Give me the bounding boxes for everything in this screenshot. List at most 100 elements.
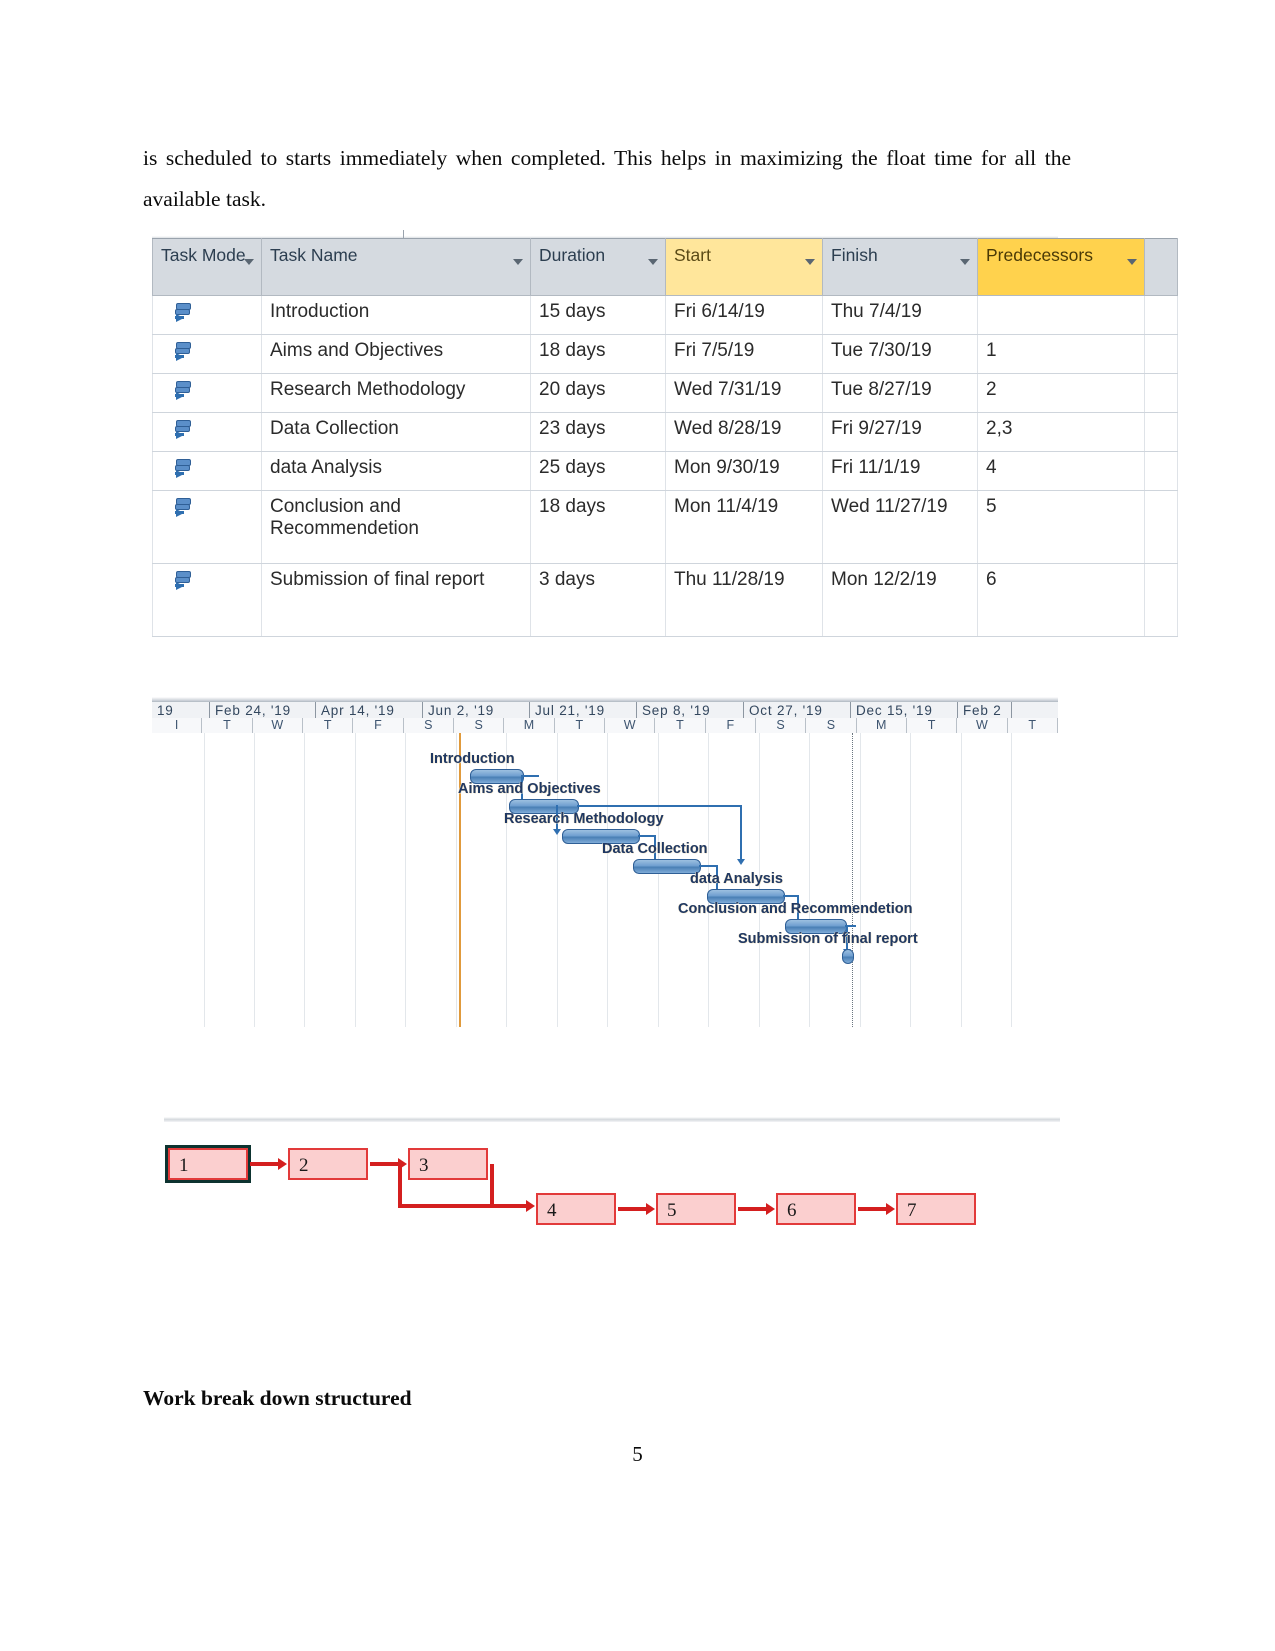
- column-header-task-mode-label: Task Mode: [161, 245, 246, 265]
- cell-overflow: [1144, 334, 1178, 374]
- cell-task-name[interactable]: data Analysis: [261, 451, 531, 491]
- cell-task-name[interactable]: Research Methodology: [261, 373, 531, 413]
- network-node-2[interactable]: 2: [288, 1148, 368, 1180]
- network-node-5[interactable]: 5: [656, 1193, 736, 1225]
- cell-duration[interactable]: 15 days: [530, 295, 666, 335]
- network-node-1[interactable]: 1: [168, 1148, 248, 1180]
- cell-duration[interactable]: 18 days: [530, 334, 666, 374]
- status-date-line: [852, 733, 853, 1027]
- cell-predecessors[interactable]: 2: [977, 373, 1145, 413]
- cell-finish[interactable]: Wed 11/27/19: [822, 490, 978, 564]
- cell-task-mode[interactable]: [152, 373, 262, 413]
- cell-start[interactable]: Fri 7/5/19: [665, 334, 823, 374]
- cell-predecessors[interactable]: 5: [977, 490, 1145, 564]
- column-header-duration-label: Duration: [539, 245, 606, 265]
- timeline-minor-cell: M: [857, 718, 907, 733]
- cell-finish[interactable]: Thu 7/4/19: [822, 295, 978, 335]
- timeline-major-cell: Sep 8, '19: [637, 702, 744, 719]
- cell-duration[interactable]: 3 days: [530, 563, 666, 637]
- column-header-start[interactable]: Start: [665, 238, 823, 296]
- cell-task-mode[interactable]: [152, 451, 262, 491]
- cell-predecessors[interactable]: 6: [977, 563, 1145, 637]
- cell-task-mode[interactable]: [152, 563, 262, 637]
- cell-predecessors[interactable]: [977, 295, 1145, 335]
- chevron-down-icon[interactable]: [960, 259, 970, 265]
- cell-task-mode[interactable]: [152, 412, 262, 452]
- cell-predecessors[interactable]: 1: [977, 334, 1145, 374]
- cell-task-name[interactable]: Submission of final report: [261, 563, 531, 637]
- gantt-bar[interactable]: [842, 949, 854, 964]
- gantt-timeline-minor: I T W T F S S M T W T F S S M T W T: [152, 718, 1058, 734]
- cell-duration[interactable]: 23 days: [530, 412, 666, 452]
- auto-schedule-icon: [175, 498, 193, 518]
- cell-task-name[interactable]: Aims and Objectives: [261, 334, 531, 374]
- column-header-predecessors[interactable]: Predecessors: [977, 238, 1145, 296]
- timeline-minor-cell: S: [806, 718, 857, 733]
- table-row[interactable]: Aims and Objectives 18 days Fri 7/5/19 T…: [152, 334, 1178, 374]
- chevron-down-icon[interactable]: [805, 259, 815, 265]
- cell-task-mode[interactable]: [152, 490, 262, 564]
- network-node-4[interactable]: 4: [536, 1193, 616, 1225]
- timeline-minor-cell: T: [655, 718, 706, 733]
- timeline-minor-cell: F: [353, 718, 404, 733]
- cell-overflow: [1144, 490, 1178, 564]
- cell-overflow: [1144, 563, 1178, 637]
- cell-task-mode[interactable]: [152, 295, 262, 335]
- gantt-bar-label: Data Collection: [602, 841, 708, 857]
- cell-finish[interactable]: Mon 12/2/19: [822, 563, 978, 637]
- cell-start[interactable]: Wed 8/28/19: [665, 412, 823, 452]
- table-row[interactable]: Data Collection 23 days Wed 8/28/19 Fri …: [152, 412, 1178, 452]
- network-node-7[interactable]: 7: [896, 1193, 976, 1225]
- cell-start[interactable]: Wed 7/31/19: [665, 373, 823, 413]
- cell-start[interactable]: Fri 6/14/19: [665, 295, 823, 335]
- cell-duration[interactable]: 25 days: [530, 451, 666, 491]
- table-row[interactable]: Submission of final report 3 days Thu 11…: [152, 563, 1178, 637]
- column-header-task-name[interactable]: Task Name: [261, 238, 531, 296]
- timeline-minor-cell: M: [504, 718, 555, 733]
- timeline-minor-cell: T: [303, 718, 354, 733]
- timeline-minor-cell: W: [957, 718, 1008, 733]
- gantt-bar-label: Conclusion and Recommendetion: [678, 901, 913, 917]
- cell-finish[interactable]: Tue 7/30/19: [822, 334, 978, 374]
- table-row[interactable]: Research Methodology 20 days Wed 7/31/19…: [152, 373, 1178, 413]
- auto-schedule-icon: [175, 381, 193, 401]
- cell-start[interactable]: Mon 11/4/19: [665, 490, 823, 564]
- chevron-down-icon[interactable]: [1127, 259, 1137, 265]
- column-header-task-mode[interactable]: Task Mode: [152, 238, 262, 296]
- task-table-container: Task Mode Task Name Duration Start Finis…: [152, 238, 1178, 637]
- cell-finish[interactable]: Fri 11/1/19: [822, 451, 978, 491]
- cell-duration[interactable]: 20 days: [530, 373, 666, 413]
- cell-start[interactable]: Thu 11/28/19: [665, 563, 823, 637]
- chevron-down-icon[interactable]: [648, 259, 658, 265]
- cell-task-name[interactable]: Data Collection: [261, 412, 531, 452]
- cell-task-name[interactable]: Conclusion and Recommendetion: [261, 490, 531, 564]
- cell-task-mode[interactable]: [152, 334, 262, 374]
- column-header-finish-label: Finish: [831, 245, 878, 265]
- cell-finish[interactable]: Tue 8/27/19: [822, 373, 978, 413]
- gantt-bar-label: data Analysis: [690, 871, 783, 887]
- table-row[interactable]: Conclusion and Recommendetion 18 days Mo…: [152, 490, 1178, 564]
- network-diagram: 1 2 3 4 5 6 7: [160, 1108, 1060, 1248]
- cell-start[interactable]: Mon 9/30/19: [665, 451, 823, 491]
- column-header-overflow[interactable]: [1144, 238, 1178, 296]
- network-node-6[interactable]: 6: [776, 1193, 856, 1225]
- chevron-down-icon[interactable]: [244, 259, 254, 265]
- timeline-minor-cell: I: [152, 718, 203, 733]
- column-header-start-label: Start: [674, 245, 711, 265]
- cell-finish[interactable]: Fri 9/27/19: [822, 412, 978, 452]
- cell-task-name[interactable]: Introduction: [261, 295, 531, 335]
- column-header-finish[interactable]: Finish: [822, 238, 978, 296]
- gantt-chart: 19 Feb 24, '19 Apr 14, '19 Jun 2, '19 Ju…: [152, 697, 1058, 1027]
- chevron-down-icon[interactable]: [513, 259, 523, 265]
- network-node-3[interactable]: 3: [408, 1148, 488, 1180]
- cell-duration[interactable]: 18 days: [530, 490, 666, 564]
- cell-predecessors[interactable]: 2,3: [977, 412, 1145, 452]
- cell-predecessors[interactable]: 4: [977, 451, 1145, 491]
- table-row[interactable]: data Analysis 25 days Mon 9/30/19 Fri 11…: [152, 451, 1178, 491]
- task-table: Task Mode Task Name Duration Start Finis…: [152, 238, 1178, 637]
- column-header-duration[interactable]: Duration: [530, 238, 666, 296]
- table-row[interactable]: Introduction 15 days Fri 6/14/19 Thu 7/4…: [152, 295, 1178, 335]
- timeline-minor-cell: S: [404, 718, 454, 733]
- timeline-minor-cell: T: [202, 718, 253, 733]
- timeline-minor-cell: W: [605, 718, 656, 733]
